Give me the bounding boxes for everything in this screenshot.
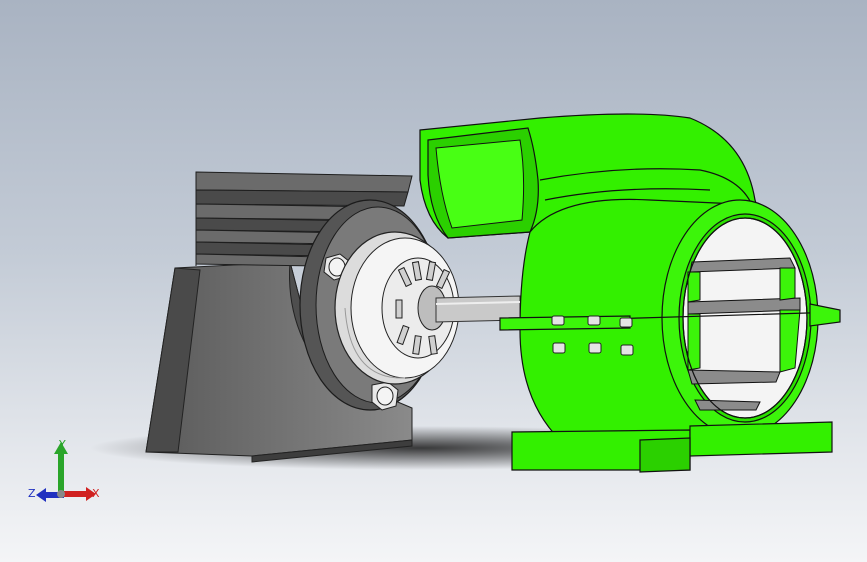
z-axis-label: Z bbox=[28, 487, 36, 500]
y-axis-arrow bbox=[58, 450, 64, 494]
y-axis-label: Y bbox=[59, 438, 66, 451]
3d-viewport[interactable]: Y X Z bbox=[0, 0, 867, 562]
coordinate-triad: Y X Z bbox=[28, 438, 108, 510]
x-axis-label: X bbox=[92, 487, 100, 500]
x-axis-arrow bbox=[61, 491, 89, 497]
fan-housing bbox=[499, 198, 841, 441]
model-canvas[interactable] bbox=[0, 0, 867, 562]
